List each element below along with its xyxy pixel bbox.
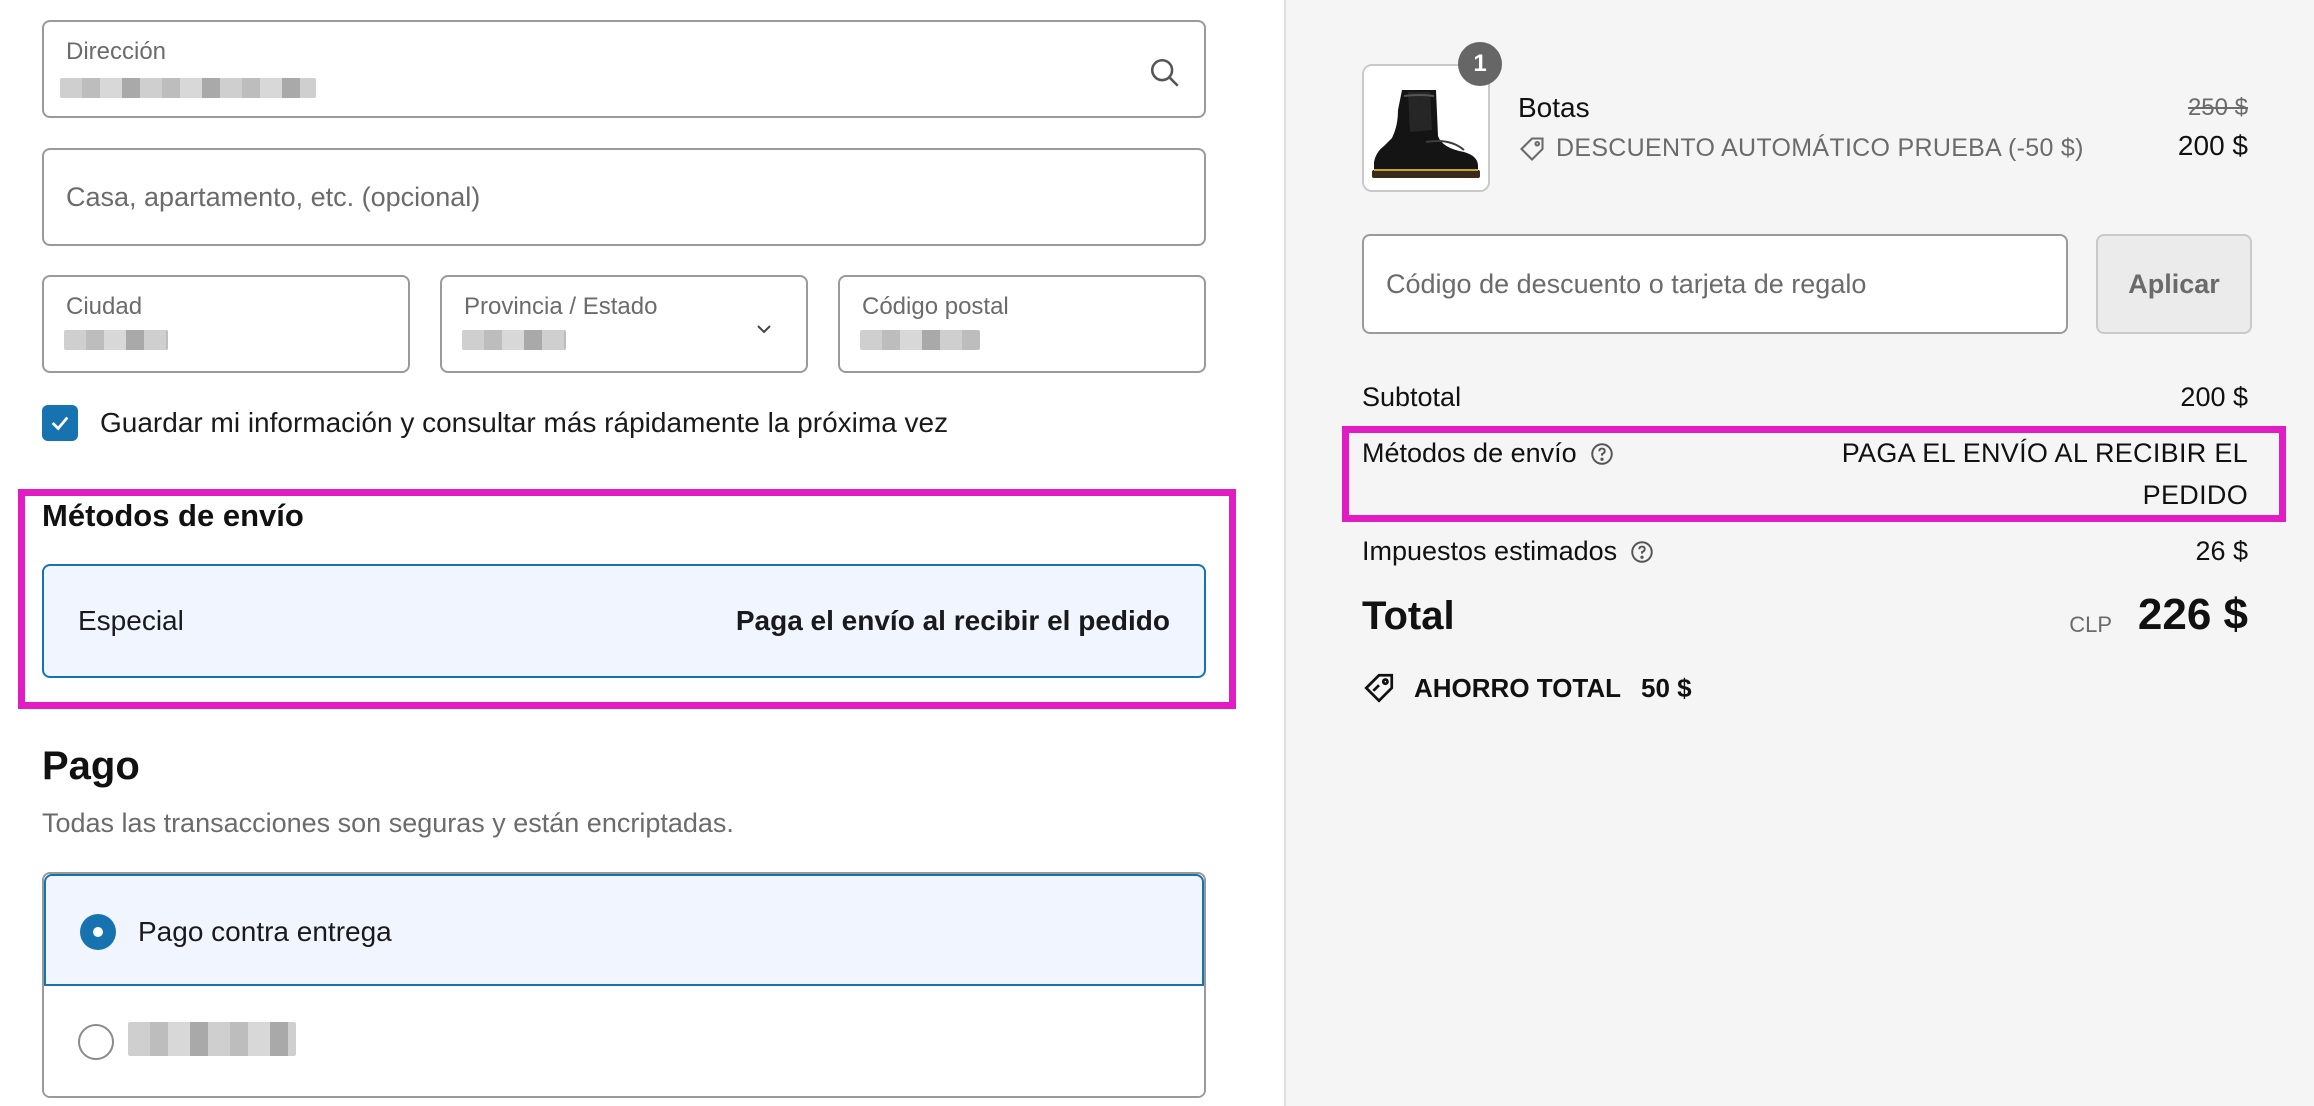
checkmark-icon <box>51 416 69 431</box>
product-discount: DESCUENTO AUTOMÁTICO PRUEBA (-50 $) <box>1518 134 2084 163</box>
payment-title: Pago <box>42 744 140 788</box>
discount-code-input[interactable]: Código de descuento o tarjeta de regalo <box>1362 234 2068 334</box>
payment-options: Pago contra entrega <box>42 872 1206 1098</box>
total-savings: AHORRO TOTAL 50 $ <box>1362 670 1692 706</box>
postal-code-field[interactable]: Código postal <box>838 275 1206 373</box>
total-label: Total <box>1362 594 1455 638</box>
discount-tag-icon <box>1364 673 1394 703</box>
discount-code-placeholder: Código de descuento o tarjeta de regalo <box>1386 268 1867 299</box>
help-circle-icon[interactable] <box>1629 539 1655 565</box>
payment-option-cod[interactable]: Pago contra entrega <box>44 874 1204 986</box>
address-field[interactable]: Dirección <box>42 20 1206 118</box>
save-info-label: Guardar mi información y consultar más r… <box>100 407 949 438</box>
taxes-label: Impuestos estimados <box>1362 536 1618 566</box>
city-field[interactable]: Ciudad <box>42 275 410 373</box>
boot-image <box>1364 66 1488 190</box>
currency-code: CLP <box>2069 612 2112 637</box>
product-name: Botas <box>1518 92 1590 123</box>
payment-option-other[interactable] <box>44 986 1204 1096</box>
subtotal-value: 200 $ <box>2180 382 2248 412</box>
payment-option-label: Pago contra entrega <box>138 916 392 947</box>
checkout-form: Dirección Casa, apartamento, etc. (opcio… <box>0 0 1284 1106</box>
payment-subtitle: Todas las transacciones son seguras y es… <box>42 808 734 838</box>
shipping-method-price: Paga el envío al recibir el pedido <box>735 605 1170 636</box>
savings-value: 50 $ <box>1641 672 1692 703</box>
radio-unselected[interactable] <box>78 1024 114 1060</box>
apply-button[interactable]: Aplicar <box>2096 234 2252 334</box>
product-discount-label: DESCUENTO AUTOMÁTICO PRUEBA (-50 $) <box>1556 134 2084 162</box>
city-value-redacted <box>64 330 168 350</box>
apartment-field[interactable]: Casa, apartamento, etc. (opcional) <box>42 148 1206 246</box>
save-info-checkbox[interactable] <box>42 405 78 441</box>
savings-label: AHORRO TOTAL <box>1414 672 1622 703</box>
shipping-method-option[interactable]: Especial Paga el envío al recibir el ped… <box>42 564 1206 678</box>
taxes-row: Impuestos estimados <box>1362 536 1655 567</box>
tag-icon <box>1520 136 1544 161</box>
shipping-summary-row: Métodos de envío <box>1362 438 1615 469</box>
shipping-methods-title: Métodos de envío <box>42 498 304 533</box>
postal-code-label: Código postal <box>862 293 1009 320</box>
help-circle-icon[interactable] <box>1589 441 1615 467</box>
quantity-badge: 1 <box>1458 42 1502 86</box>
province-value-redacted <box>462 330 566 350</box>
address-value-redacted <box>60 78 316 98</box>
shipping-summary-value: PAGA EL ENVÍO AL RECIBIR EL PEDIDO <box>1841 438 2248 510</box>
order-summary: 1 Botas DESCUENTO AUTOMÁTICO PRUEBA (-50… <box>1284 0 2314 1106</box>
product-price: 200 $ <box>2177 130 2248 161</box>
city-label: Ciudad <box>66 293 143 320</box>
taxes-value: 26 $ <box>2195 536 2248 566</box>
search-icon[interactable] <box>1148 56 1182 90</box>
province-label: Provincia / Estado <box>464 293 658 320</box>
total-value: 226 $ <box>2137 590 2248 639</box>
radio-selected[interactable] <box>80 914 116 950</box>
chevron-down-icon <box>757 325 771 334</box>
postal-code-value-redacted <box>860 330 980 350</box>
province-select[interactable]: Provincia / Estado <box>440 275 808 373</box>
subtotal-label: Subtotal <box>1362 382 1462 412</box>
payment-option-redacted <box>128 1022 296 1056</box>
shipping-summary-label: Métodos de envío <box>1362 438 1577 468</box>
address-label: Dirección <box>66 38 167 65</box>
save-info-row[interactable]: Guardar mi información y consultar más r… <box>42 405 948 441</box>
shipping-method-name: Especial <box>78 605 184 636</box>
apartment-placeholder: Casa, apartamento, etc. (opcional) <box>66 181 481 212</box>
original-price: 250 $ <box>2187 94 2248 121</box>
